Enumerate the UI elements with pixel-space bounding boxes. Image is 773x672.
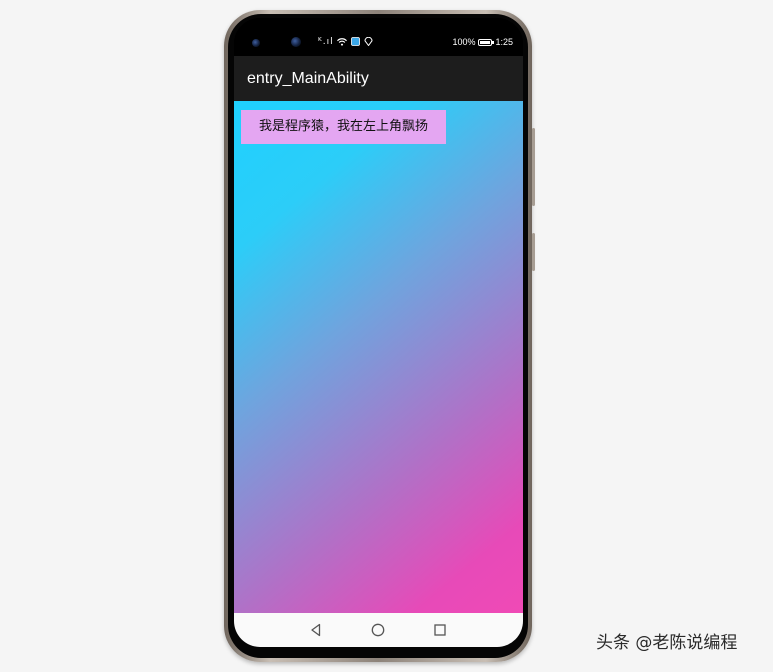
status-bar: ᴷ.ıl 100% 1:25 [234,18,523,56]
floating-text-label: 我是程序猿，我在左上角飘扬 [241,110,446,144]
status-right: 100% 1:25 [452,37,513,47]
watermark: 头条 @老陈说编程 [596,633,738,653]
camera-icon [291,37,301,47]
notification-icon [351,37,361,46]
app-title: entry_MainAbility [247,70,369,87]
wifi-icon [337,37,348,46]
battery-percent: 100% [452,37,476,47]
volume-button [532,128,535,206]
camera-icon [252,39,260,47]
battery-fill [480,40,491,44]
content-area: 我是程序猿，我在左上角飘扬 [234,101,523,613]
app-bar: entry_MainAbility [234,56,523,101]
back-icon[interactable] [309,623,323,637]
status-icons: ᴷ.ıl [318,36,373,47]
phone-screen: ᴷ.ıl 100% 1:25 entry_MainAbility 我是程序猿，我… [234,18,523,647]
navigation-bar [234,613,523,647]
status-time: 1:25 [495,37,513,47]
recent-apps-icon[interactable] [433,623,447,637]
signal-icon: ᴷ.ıl [318,37,334,47]
power-button [532,233,535,271]
screenshot-stage: ᴷ.ıl 100% 1:25 entry_MainAbility 我是程序猿，我… [0,0,773,672]
home-icon[interactable] [371,623,385,637]
location-icon [364,36,373,47]
battery-icon [478,38,495,46]
